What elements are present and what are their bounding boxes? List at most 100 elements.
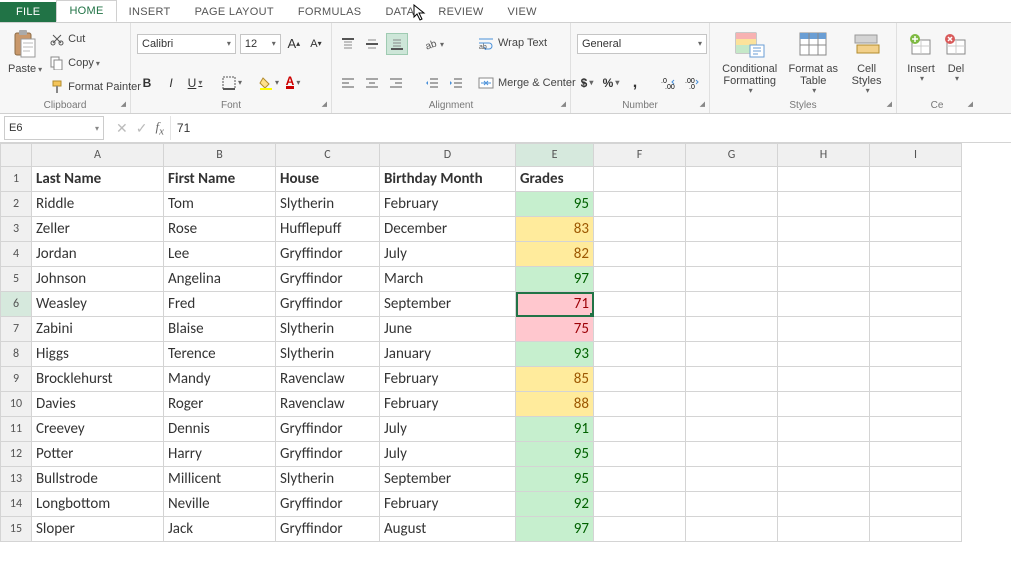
delete-cells-button[interactable]: Del [939, 27, 973, 99]
row-header[interactable]: 10 [1, 392, 32, 417]
cell[interactable] [778, 217, 870, 242]
cell[interactable] [686, 342, 778, 367]
name-box[interactable]: E6▾ [4, 116, 104, 140]
cell[interactable] [870, 267, 962, 292]
fill-color-button[interactable] [259, 73, 279, 93]
col-header[interactable]: C [276, 144, 380, 167]
formula-input[interactable]: 71 [170, 116, 1011, 140]
cell[interactable]: September [380, 292, 516, 317]
cell[interactable] [778, 417, 870, 442]
cell[interactable] [778, 267, 870, 292]
number-format-select[interactable]: General▾ [577, 34, 707, 54]
copy-button[interactable]: Copy [48, 55, 143, 71]
col-header[interactable]: D [380, 144, 516, 167]
cell[interactable]: Gryffindor [276, 267, 380, 292]
increase-indent-icon[interactable] [446, 73, 466, 93]
tab-review[interactable]: REVIEW [426, 2, 495, 22]
col-header[interactable]: G [686, 144, 778, 167]
cell[interactable] [870, 467, 962, 492]
cell[interactable] [686, 292, 778, 317]
cell[interactable]: Gryffindor [276, 492, 380, 517]
row-header[interactable]: 8 [1, 342, 32, 367]
cell[interactable]: July [380, 242, 516, 267]
format-as-table-button[interactable]: Format as Table [783, 27, 843, 99]
cell[interactable]: February [380, 367, 516, 392]
cell[interactable]: February [380, 392, 516, 417]
bold-button[interactable]: B [137, 73, 157, 93]
cell[interactable] [778, 292, 870, 317]
cell[interactable] [778, 492, 870, 517]
align-center-icon[interactable] [362, 73, 382, 93]
cell[interactable] [594, 417, 686, 442]
decrease-decimal-button[interactable]: .00.0 [683, 73, 703, 93]
cell[interactable]: 92 [516, 492, 594, 517]
cell[interactable]: July [380, 442, 516, 467]
cell[interactable]: Slytherin [276, 317, 380, 342]
cell[interactable] [594, 317, 686, 342]
cell[interactable] [870, 392, 962, 417]
cell[interactable]: 95 [516, 467, 594, 492]
cell[interactable]: 95 [516, 442, 594, 467]
tab-file[interactable]: FILE [0, 2, 56, 22]
cell[interactable]: February [380, 192, 516, 217]
align-bottom-icon[interactable] [386, 33, 408, 55]
cell[interactable]: Rose [164, 217, 276, 242]
cell[interactable]: Bullstrode [32, 467, 164, 492]
row-header[interactable]: 7 [1, 317, 32, 342]
cell[interactable]: Riddle [32, 192, 164, 217]
cell[interactable]: First Name [164, 167, 276, 192]
cell[interactable] [686, 317, 778, 342]
underline-button[interactable]: U [185, 73, 205, 93]
cell[interactable]: Harry [164, 442, 276, 467]
cell[interactable] [778, 317, 870, 342]
cell[interactable]: Grades [516, 167, 594, 192]
cell[interactable] [686, 442, 778, 467]
paste-button[interactable]: Paste [6, 27, 44, 99]
cell[interactable]: 91 [516, 417, 594, 442]
cell[interactable]: Jordan [32, 242, 164, 267]
cell[interactable] [594, 517, 686, 542]
cell[interactable]: Potter [32, 442, 164, 467]
cell[interactable] [686, 267, 778, 292]
cell[interactable] [594, 242, 686, 267]
cell[interactable] [778, 517, 870, 542]
format-painter-button[interactable]: Format Painter [48, 79, 143, 95]
cell[interactable] [870, 192, 962, 217]
cell[interactable]: Sloper [32, 517, 164, 542]
cell[interactable] [870, 292, 962, 317]
cell[interactable]: 83 [516, 217, 594, 242]
cell[interactable]: July [380, 417, 516, 442]
cell[interactable]: Higgs [32, 342, 164, 367]
cell[interactable]: Gryffindor [276, 292, 380, 317]
cell[interactable]: Longbottom [32, 492, 164, 517]
conditional-formatting-button[interactable]: Conditional Formatting [716, 27, 783, 99]
cell[interactable] [778, 167, 870, 192]
cell[interactable] [870, 517, 962, 542]
cell[interactable]: Hufflepuff [276, 217, 380, 242]
cell[interactable]: June [380, 317, 516, 342]
cell[interactable]: January [380, 342, 516, 367]
row-header[interactable]: 4 [1, 242, 32, 267]
cell[interactable] [594, 492, 686, 517]
cut-button[interactable]: Cut [48, 31, 143, 47]
cell[interactable] [778, 342, 870, 367]
cell[interactable]: February [380, 492, 516, 517]
cell[interactable]: 85 [516, 367, 594, 392]
increase-decimal-button[interactable]: .0.00 [659, 73, 679, 93]
row-header[interactable]: 11 [1, 417, 32, 442]
cell[interactable]: Ravenclaw [276, 367, 380, 392]
cell[interactable]: Zabini [32, 317, 164, 342]
cell[interactable]: Birthday Month [380, 167, 516, 192]
cell[interactable] [594, 442, 686, 467]
cell[interactable]: Mandy [164, 367, 276, 392]
cell[interactable]: Tom [164, 192, 276, 217]
cell[interactable]: Fred [164, 292, 276, 317]
row-header[interactable]: 6 [1, 292, 32, 317]
cell[interactable]: 97 [516, 267, 594, 292]
align-top-icon[interactable] [338, 34, 358, 54]
cell[interactable] [594, 217, 686, 242]
font-color-button[interactable]: A [283, 73, 303, 93]
row-header[interactable]: 9 [1, 367, 32, 392]
cell[interactable] [870, 442, 962, 467]
comma-format-button[interactable]: , [625, 73, 645, 93]
